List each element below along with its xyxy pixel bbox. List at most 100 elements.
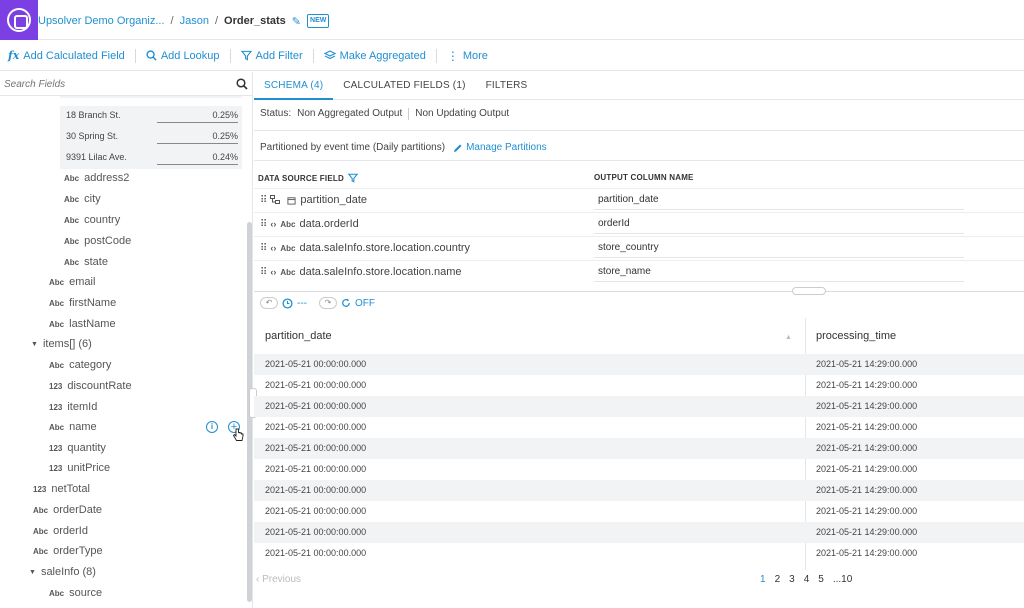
page-4[interactable]: 4 [804,574,810,585]
field-unitprice[interactable]: 123 unitPrice [49,459,110,477]
field-ordertype[interactable]: Abc orderType [33,542,103,560]
field-state[interactable]: Abc state [64,253,108,271]
mapping-row[interactable]: ⠿ ‹› Abc data.orderId orderId [254,212,1024,236]
output-column-value: store_name [598,266,651,277]
manage-partitions-link[interactable]: Manage Partitions [453,142,547,153]
column-header-partition-date[interactable]: partition_date [265,330,332,342]
mapping-source: ⠿ ‹› Abc data.saleInfo.store.location.co… [260,242,470,254]
preview-row: 2021-05-21 00:00:00.000 2021-05-21 14:29:… [254,543,1024,564]
redo-icon[interactable]: ↷ [319,297,337,309]
tab-calculated-fields[interactable]: CALCULATED FIELDS (1) [333,72,475,100]
filter-icon[interactable] [347,173,358,183]
make-aggregated-label: Make Aggregated [339,49,426,62]
preview-row: 2021-05-21 00:00:00.000 2021-05-21 14:29:… [254,501,1024,522]
refresh-icon[interactable] [341,298,351,308]
value-stat-row: 18 Branch St. 0.25% [60,106,242,127]
more-button[interactable]: ⋮ More [447,49,498,63]
preview-row: 2021-05-21 00:00:00.000 2021-05-21 14:29:… [254,522,1024,543]
caret-down-icon[interactable]: ▼ [29,569,36,576]
cell-partition-date: 2021-05-21 00:00:00.000 [265,443,367,453]
field-address2[interactable]: Abc address2 [64,169,129,187]
field-category[interactable]: Abc category [49,356,111,374]
field-orderid[interactable]: Abc orderId [33,522,88,540]
field-itemid[interactable]: 123 itemId [49,398,97,416]
field-search-bar [0,72,253,96]
sort-ascending-icon[interactable]: ▲ [785,334,792,341]
type-tag: Abc [49,422,65,432]
output-column-input[interactable]: orderId [594,215,964,234]
group-items[interactable]: ▼ items[] (6) [31,335,92,353]
field-nettotal[interactable]: 123 netTotal [33,480,90,498]
previous-page-button[interactable]: ‹ Previous [256,574,301,585]
search-fields-input[interactable] [4,76,229,92]
page-10[interactable]: ...10 [833,574,852,585]
output-status: Status: Non Aggregated Output Non Updati… [260,108,509,120]
field-name[interactable]: Abc name [49,418,97,436]
mapping-row[interactable]: ⠿ ‹› Abc data.saleInfo.store.location.na… [254,260,1024,284]
output-column-input[interactable]: store_name [594,263,964,282]
field-label: name [69,421,97,433]
drag-handle-icon[interactable]: ⠿ [260,267,267,278]
field-country[interactable]: Abc country [64,211,120,229]
preview-controls: ↶ --- ↷ OFF [260,297,375,309]
type-tag: 123 [49,402,63,412]
caret-down-icon[interactable]: ▼ [31,341,38,348]
field-source[interactable]: Abc source [49,584,102,602]
info-icon[interactable]: i [206,421,218,433]
tab-bar: SCHEMA (4) CALCULATED FIELDS (1) FILTERS [254,72,1024,100]
live-refresh-state[interactable]: OFF [355,298,375,309]
field-quantity[interactable]: 123 quantity [49,439,106,457]
tab-filters[interactable]: FILTERS [476,72,538,100]
partition-text: Partitioned by event time (Daily partiti… [260,142,446,153]
field-discountrate[interactable]: 123 discountRate [49,377,132,395]
column-header-processing-time[interactable]: processing_time [816,330,896,342]
drag-handle-icon[interactable]: ⠿ [260,219,267,230]
cell-partition-date: 2021-05-21 00:00:00.000 [265,464,367,474]
edit-name-pencil-icon[interactable]: ✎ [292,15,301,28]
upsolver-logo[interactable] [0,0,38,40]
output-column-input[interactable]: partition_date [594,191,964,210]
field-firstname[interactable]: Abc firstName [49,294,116,312]
type-tag: Abc [33,505,49,515]
add-lookup-button[interactable]: Add Lookup [146,50,230,62]
field-lastname[interactable]: Abc lastName [49,315,116,333]
breadcrumb-organization[interactable]: Upsolver Demo Organiz... [38,15,165,27]
clock-icon[interactable] [282,297,293,309]
add-lookup-label: Add Lookup [160,49,220,62]
add-filter-button[interactable]: Add Filter [240,50,313,62]
pane-splitter-handle[interactable] [792,287,826,295]
mapping-row[interactable]: ⠿ partition_date partition_date [254,188,1024,212]
field-label: city [84,193,101,205]
group-saleinfo[interactable]: ▼ saleInfo (8) [29,563,96,581]
add-calculated-field-button[interactable]: fx Add Calculated Field [8,49,135,62]
field-orderdate[interactable]: Abc orderDate [33,501,102,519]
search-icon[interactable] [236,78,248,90]
manage-partitions-label: Manage Partitions [466,142,547,153]
drag-handle-icon[interactable]: ⠿ [260,243,267,254]
tab-schema[interactable]: SCHEMA (4) [254,72,334,100]
cell-partition-date: 2021-05-21 00:00:00.000 [265,506,367,516]
drag-handle-icon[interactable]: ⠿ [260,195,267,206]
page-3[interactable]: 3 [789,574,795,585]
breadcrumb-user[interactable]: Jason [180,15,209,27]
field-city[interactable]: Abc city [64,190,101,208]
field-label: address2 [84,172,130,184]
output-column-input[interactable]: store_country [594,239,964,258]
page-5[interactable]: 5 [818,574,824,585]
page-2[interactable]: 2 [775,574,781,585]
type-tag: Abc [49,588,65,598]
output-column-value: partition_date [598,194,659,205]
field-email[interactable]: Abc email [49,273,95,291]
page-1[interactable]: 1 [760,574,766,585]
value-stat-row [60,96,242,98]
make-aggregated-button[interactable]: Make Aggregated [323,49,436,62]
value-stat-bar [157,122,238,123]
mapping-row[interactable]: ⠿ ‹› Abc data.saleInfo.store.location.co… [254,236,1024,260]
type-tag: Abc [64,194,80,204]
hand-pointer-cursor-icon [232,428,244,441]
field-postcode[interactable]: Abc postCode [64,232,131,250]
undo-icon[interactable]: ↶ [260,297,278,309]
preview-row: 2021-05-21 00:00:00.000 2021-05-21 14:29:… [254,375,1024,396]
preview-row: 2021-05-21 00:00:00.000 2021-05-21 14:29:… [254,459,1024,480]
toolbar: fx Add Calculated Field Add Lookup Add F… [0,41,1024,71]
